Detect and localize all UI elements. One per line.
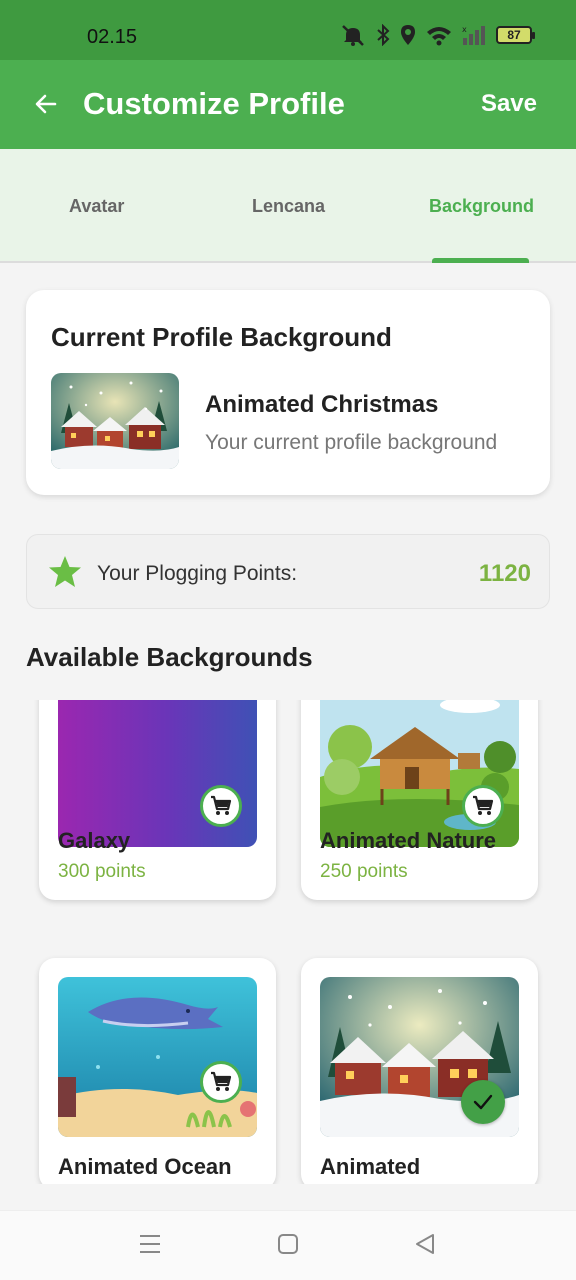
location-icon [401, 25, 415, 45]
background-name: Animated Nature [320, 828, 497, 853]
back-icon[interactable] [414, 1233, 436, 1255]
background-name: Galaxy [58, 828, 131, 853]
background-price: 250 points [320, 861, 408, 882]
tab-background[interactable]: Background [429, 196, 534, 217]
tab-bar: Avatar Lencana Background [0, 149, 576, 263]
current-background-name: Animated Christmas [205, 391, 439, 418]
background-card-animated-christmas[interactable]: Animated [301, 958, 538, 1184]
signal-icon: x [462, 25, 485, 45]
status-time: 02.15 [87, 26, 138, 48]
arrow-left-icon [35, 94, 57, 114]
owned-badge [461, 1080, 505, 1124]
available-backgrounds-heading: Available Backgrounds [26, 642, 313, 672]
app-bar: Customize Profile Save [0, 60, 576, 149]
background-name: Animated [320, 1154, 421, 1179]
wifi-icon [427, 27, 451, 46]
back-button[interactable] [28, 84, 64, 124]
battery-icon: 87 [496, 26, 535, 44]
points-card: Your Plogging Points: 1120 [26, 534, 550, 609]
status-bar: 02.15 x 87 [0, 0, 576, 60]
points-label: Your Plogging Points: [97, 562, 298, 585]
current-background-subtitle: Your current profile background [205, 431, 498, 454]
background-price: 300 points [58, 861, 146, 882]
background-card-animated-nature[interactable]: Animated Nature 250 points [301, 700, 538, 900]
background-card-galaxy[interactable]: Galaxy 300 points [39, 700, 276, 900]
status-icons: x 87 [340, 24, 535, 46]
cart-icon [211, 1071, 232, 1091]
svg-text:x: x [462, 25, 467, 34]
background-thumbnail [58, 977, 257, 1137]
home-icon[interactable] [277, 1233, 299, 1255]
bluetooth-icon [377, 24, 390, 46]
backgrounds-grid[interactable]: Galaxy 300 points Animated Nature 250 po… [0, 700, 576, 1184]
menu-icon[interactable] [139, 1233, 161, 1255]
tab-indicator [432, 258, 529, 263]
system-nav-bar [0, 1210, 576, 1280]
star-icon [49, 556, 81, 587]
cart-button[interactable] [200, 1061, 242, 1103]
mute-icon [342, 25, 364, 46]
points-value: 1120 [478, 560, 531, 587]
cart-icon [473, 795, 494, 815]
tab-lencana[interactable]: Lencana [252, 196, 325, 217]
cart-button[interactable] [200, 785, 242, 827]
check-icon [473, 1094, 493, 1110]
cart-button[interactable] [462, 785, 504, 827]
page-title: Customize Profile [83, 86, 345, 121]
current-background-thumbnail [51, 373, 179, 469]
background-name: Animated Ocean [58, 1154, 232, 1179]
cart-icon [211, 795, 232, 815]
current-background-heading: Current Profile Background [51, 322, 392, 352]
background-card-animated-ocean[interactable]: Animated Ocean [39, 958, 276, 1184]
save-button[interactable]: Save [481, 90, 537, 118]
current-background-card: Current Profile Background Animated Chri… [26, 290, 550, 495]
tab-avatar[interactable]: Avatar [69, 196, 124, 217]
